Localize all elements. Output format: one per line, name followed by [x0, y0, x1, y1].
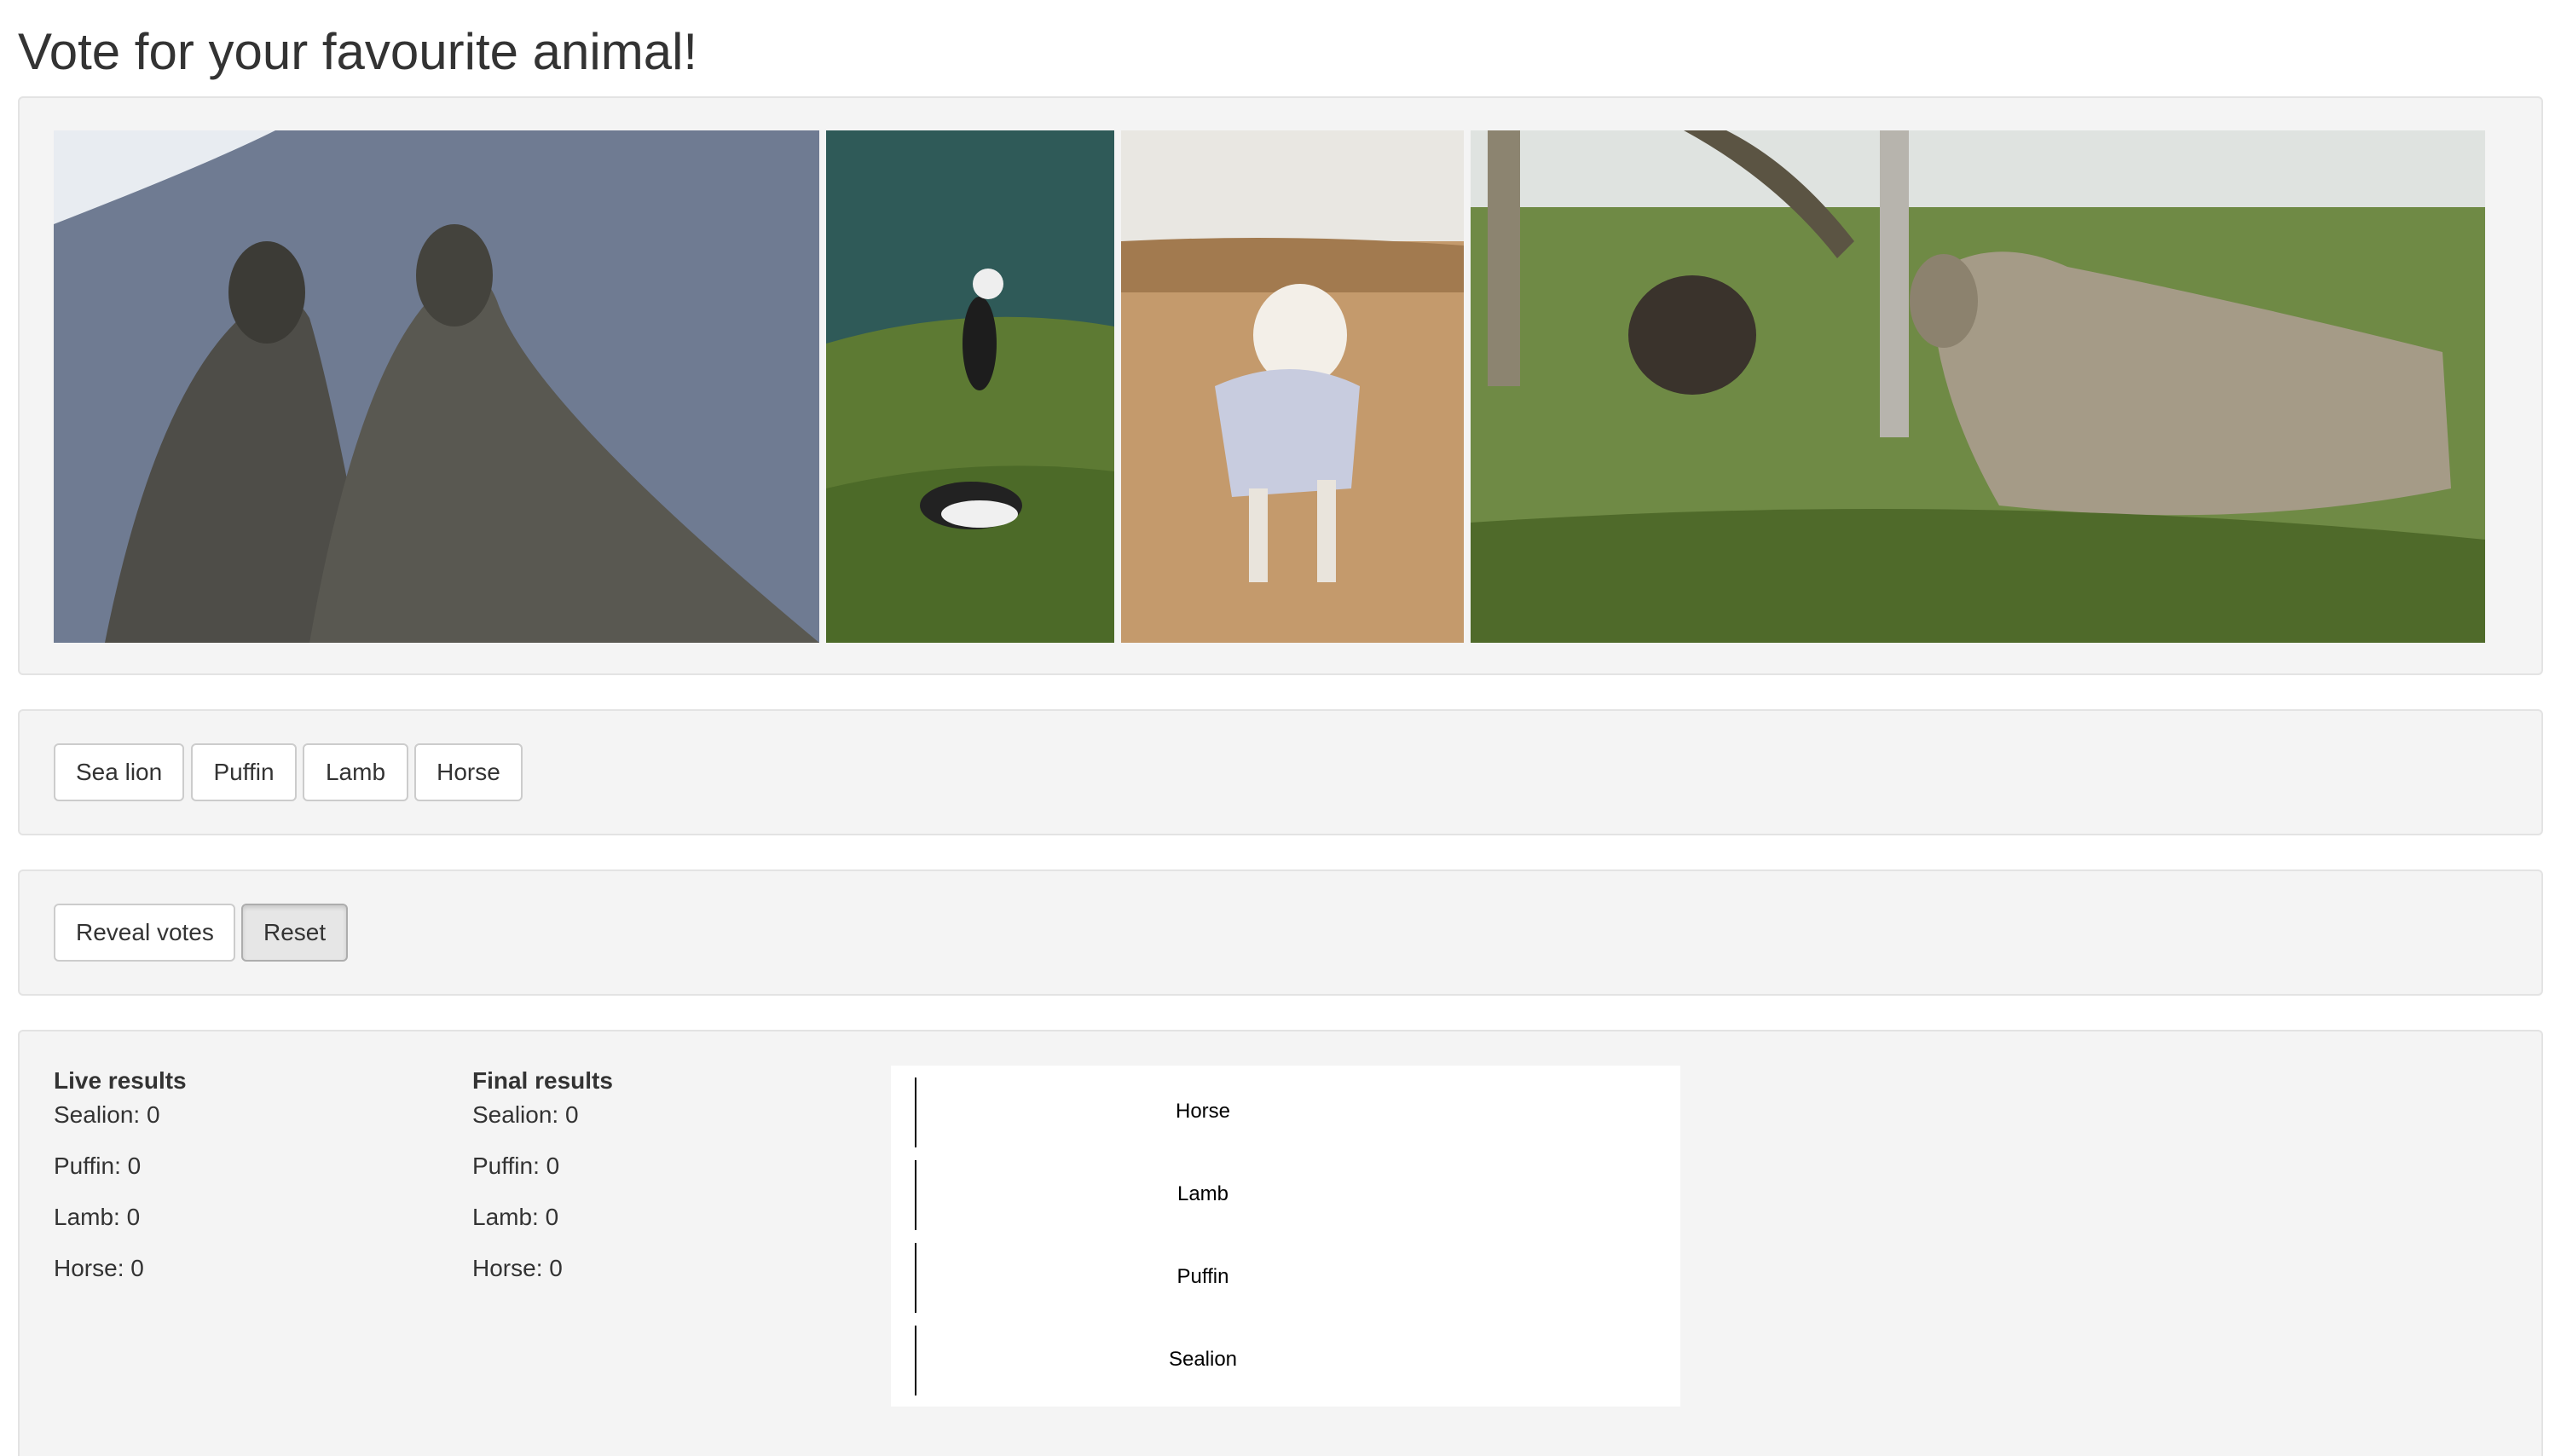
admin-panel: Reveal votes Reset — [18, 870, 2543, 996]
vote-lamb-button[interactable]: Lamb — [303, 743, 408, 801]
vote-sealion-button[interactable]: Sea lion — [54, 743, 184, 801]
final-result-lamb: Lamb: 0 — [472, 1204, 559, 1230]
vote-panel: Sea lion Puffin Lamb Horse — [18, 709, 2543, 835]
reset-button[interactable]: Reset — [241, 904, 348, 962]
sealion-photo — [54, 130, 819, 643]
live-result-puffin: Puffin: 0 — [54, 1153, 142, 1179]
vote-puffin-button[interactable]: Puffin — [191, 743, 297, 801]
reveal-votes-button[interactable]: Reveal votes — [54, 904, 235, 962]
live-results: Live results Sealion: 0 Puffin: 0 Lamb: … — [54, 1064, 412, 1303]
results-bar-chart: Horse Lamb Puffin Sealion — [915, 1078, 1237, 1395]
live-result-horse: Horse: 0 — [54, 1255, 144, 1281]
bar-label-horse: Horse — [1176, 1100, 1230, 1123]
live-result-lamb: Lamb: 0 — [54, 1204, 141, 1230]
final-results: Final results Sealion: 0 Puffin: 0 Lamb:… — [472, 1064, 830, 1303]
final-result-horse: Horse: 0 — [472, 1255, 563, 1281]
bar-label-sealion: Sealion — [1169, 1348, 1237, 1371]
final-result-puffin: Puffin: 0 — [472, 1153, 560, 1179]
live-result-sealion: Sealion: 0 — [54, 1101, 160, 1128]
page-title: Vote for your favourite animal! — [18, 23, 698, 80]
bar-label-lamb: Lamb — [1177, 1182, 1228, 1205]
vote-horse-button[interactable]: Horse — [414, 743, 523, 801]
final-results-heading: Final results — [472, 1067, 613, 1094]
final-result-sealion: Sealion: 0 — [472, 1101, 579, 1128]
images-panel — [18, 96, 2543, 675]
horse-photo — [1471, 130, 2485, 643]
puffin-photo — [826, 130, 1114, 643]
bar-label-puffin: Puffin — [1177, 1265, 1229, 1288]
live-results-heading: Live results — [54, 1067, 187, 1094]
results-panel: Live results Sealion: 0 Puffin: 0 Lamb: … — [18, 1030, 2543, 1456]
lamb-photo — [1121, 130, 1464, 643]
results-chart: Horse Lamb Puffin Sealion — [891, 1066, 1680, 1407]
